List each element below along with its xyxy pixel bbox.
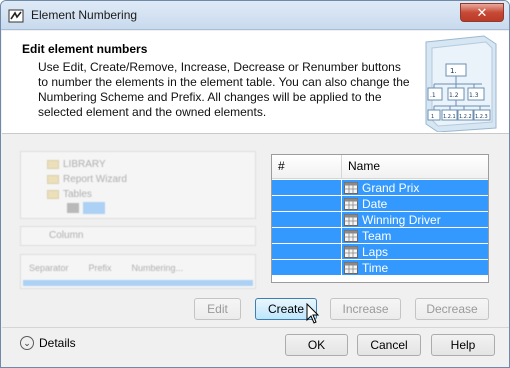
table-row[interactable]: Time xyxy=(272,260,488,276)
row-name-label: Winning Driver xyxy=(362,212,441,227)
mouse-pointer-icon xyxy=(306,303,320,324)
grid-header-numbering: Numbering... xyxy=(131,263,184,273)
table-column-icon xyxy=(344,181,358,194)
row-number-cell[interactable] xyxy=(272,260,342,276)
decrease-button[interactable]: Decrease xyxy=(415,298,489,320)
row-name-cell[interactable]: Date xyxy=(342,196,488,211)
grid-selected-row[interactable] xyxy=(23,280,253,286)
increase-button[interactable]: Increase xyxy=(330,298,401,320)
column-header-number[interactable]: # xyxy=(272,155,342,179)
row-number-cell[interactable] xyxy=(272,196,342,212)
graphic-label-1: 1. xyxy=(450,67,457,75)
folder-icon xyxy=(47,189,59,199)
numbering-settings-panel: LIBRARY Report Wizard Tables Column Sepa… xyxy=(20,151,261,291)
window-title: Element Numbering xyxy=(31,8,138,22)
edit-button[interactable]: Edit xyxy=(194,298,241,320)
graphic-label-7: 1.2.2 xyxy=(459,114,472,120)
table-column-icon xyxy=(344,229,358,242)
row-name-cell[interactable]: Grand Prix xyxy=(342,180,488,195)
tree-item-label: Tables xyxy=(63,188,92,200)
tree-item-selected[interactable] xyxy=(67,202,105,214)
table-row[interactable]: Winning Driver xyxy=(272,212,488,228)
table-column-icon xyxy=(344,245,358,258)
row-name-cell[interactable]: Time xyxy=(342,260,488,275)
table-icon xyxy=(67,203,79,213)
graphic-label-2: .1 xyxy=(430,92,436,99)
app-icon xyxy=(8,9,24,23)
folder-icon xyxy=(47,174,59,184)
row-name-cell[interactable]: Laps xyxy=(342,244,488,259)
row-name-label: Laps xyxy=(362,244,389,259)
table-row[interactable]: Date xyxy=(272,196,488,212)
grid-header-prefix: Prefix xyxy=(88,263,112,273)
graphic-label-4: 1.3 xyxy=(469,92,479,99)
folder-icon xyxy=(47,159,59,169)
header-pane: Edit element numbers Use Edit, Create/Re… xyxy=(2,31,509,134)
chevron-down-icon: ⌄ xyxy=(20,336,34,350)
details-toggle[interactable]: ⌄ Details xyxy=(20,336,76,350)
table-header: # Name xyxy=(272,155,488,179)
details-label: Details xyxy=(39,336,76,350)
table-row[interactable]: Laps xyxy=(272,244,488,260)
tree-item[interactable]: LIBRARY xyxy=(47,158,106,170)
header-description: Use Edit, Create/Remove, Increase, Decre… xyxy=(38,60,410,119)
tree-item[interactable]: Tables xyxy=(47,188,92,200)
selection-highlight xyxy=(83,202,105,214)
table-column-icon xyxy=(344,197,358,210)
table-row[interactable]: Grand Prix xyxy=(272,180,488,196)
graphic-label-6: 1.2.1 xyxy=(443,114,456,120)
column-header-name[interactable]: Name xyxy=(342,155,488,179)
tree-item-label: Report Wizard xyxy=(63,173,127,185)
close-icon: ✕ xyxy=(476,4,488,20)
close-button[interactable]: ✕ xyxy=(460,3,504,22)
row-name-cell[interactable]: Team xyxy=(342,228,488,243)
row-name-label: Time xyxy=(362,260,389,275)
row-number-cell[interactable] xyxy=(272,228,342,244)
element-tree[interactable]: LIBRARY Report Wizard Tables xyxy=(20,151,256,219)
cancel-button[interactable]: Cancel xyxy=(357,334,421,356)
tree-item[interactable]: Report Wizard xyxy=(47,173,127,185)
row-number-cell[interactable] xyxy=(272,244,342,260)
ok-button[interactable]: OK xyxy=(285,334,348,356)
graphic-label-3: 1.2 xyxy=(449,92,459,99)
grid-header-separator: Separator xyxy=(29,263,69,273)
row-number-cell[interactable] xyxy=(272,180,342,196)
row-name-label: Team xyxy=(362,228,392,243)
footer-divider xyxy=(2,327,509,328)
graphic-label-5: 1 xyxy=(431,114,434,120)
row-number-cell[interactable] xyxy=(272,212,342,228)
title-bar: Element Numbering ✕ xyxy=(1,1,509,30)
element-numbering-dialog: Element Numbering ✕ Edit element numbers… xyxy=(0,0,510,368)
element-table[interactable]: # Name Grand Prix Date Winning Driver Team L… xyxy=(271,154,489,283)
row-name-label: Grand Prix xyxy=(362,180,420,195)
numbering-scheme-grid[interactable]: Separator Prefix Numbering... xyxy=(20,254,256,289)
help-button[interactable]: Help xyxy=(431,334,495,356)
header-title: Edit element numbers xyxy=(22,42,148,56)
scope-combo[interactable]: Column xyxy=(20,226,256,246)
numbering-hierarchy-icon: 1. .1 1.2 1.3 1 1.2.1 1.2.2 1.2.3 xyxy=(425,35,497,132)
table-column-icon xyxy=(344,261,358,274)
table-column-icon xyxy=(344,213,358,226)
graphic-label-8: 1.2.3 xyxy=(475,114,488,120)
tree-item-label: LIBRARY xyxy=(63,158,106,170)
row-name-cell[interactable]: Winning Driver xyxy=(342,212,488,227)
row-name-label: Date xyxy=(362,196,388,211)
table-row[interactable]: Team xyxy=(272,228,488,244)
